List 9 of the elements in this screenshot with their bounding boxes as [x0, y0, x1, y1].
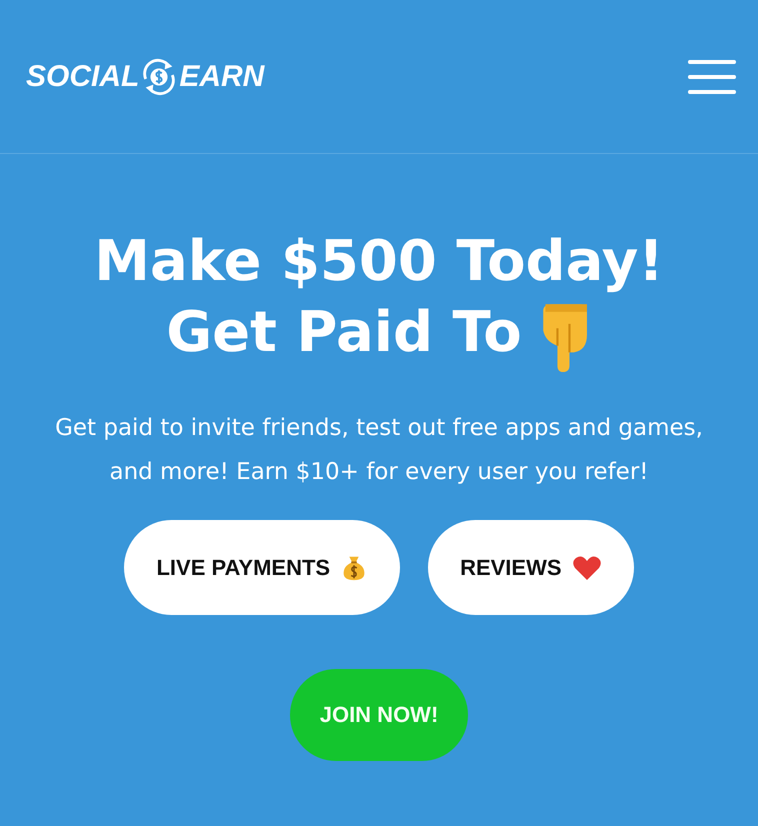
logo-text: SOCIAL [26, 60, 140, 94]
headline: Make $500 Today! [94, 230, 664, 294]
pill-button[interactable]: LIVE PAYMENTS [124, 520, 400, 615]
description: Get paid to invite friends, test out free apps and games, and more! Earn $10+ for every user you refer! [54, 414, 704, 487]
heart-icon [572, 554, 602, 582]
logo-text: EARN [179, 60, 264, 94]
headline: Get Paid To [166, 301, 522, 365]
pill-button[interactable]: REVIEWS [428, 520, 634, 615]
menu-icon[interactable] [688, 58, 736, 94]
